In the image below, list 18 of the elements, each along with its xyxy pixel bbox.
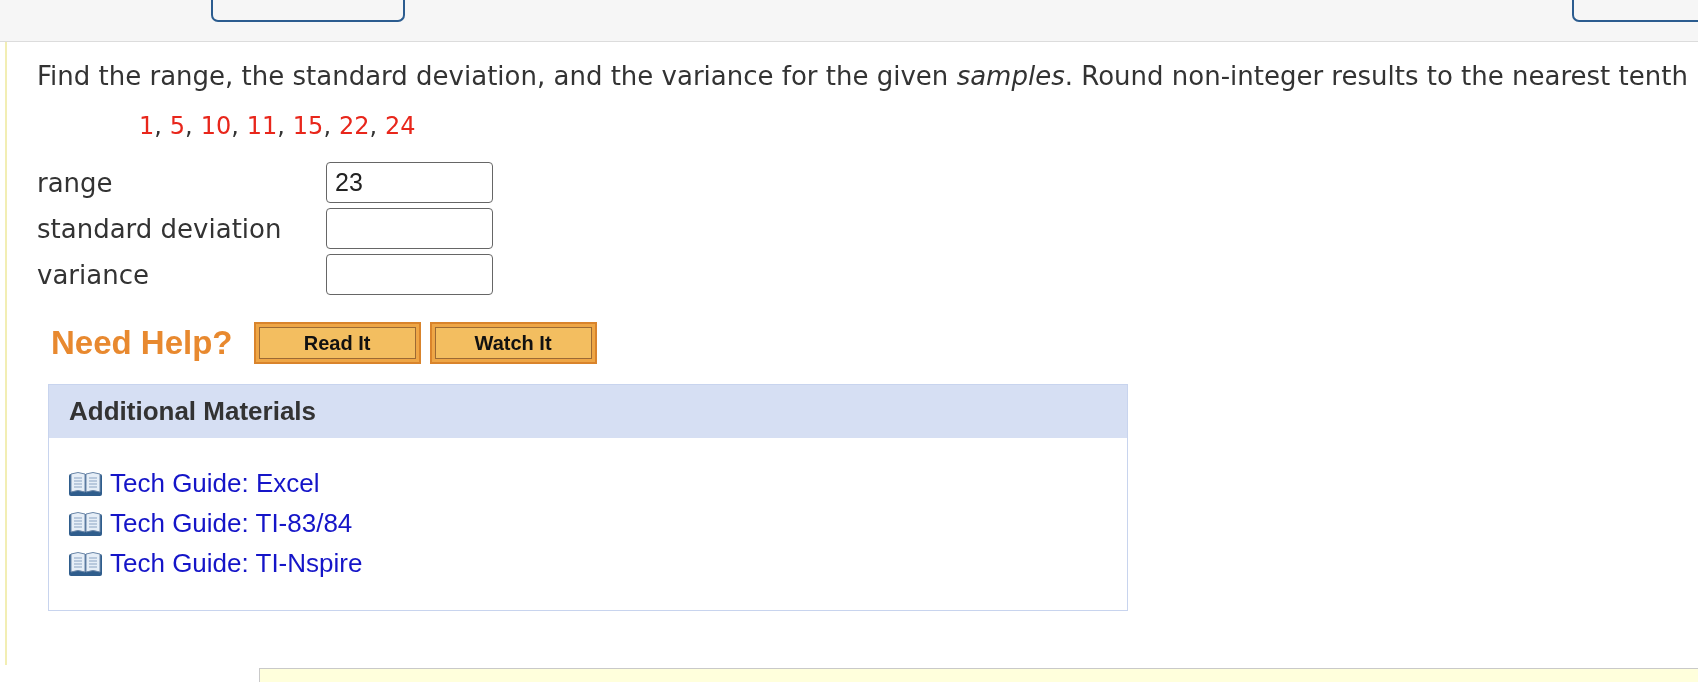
answer-field[interactable] [326, 208, 493, 249]
answer-field[interactable]: 23 [326, 162, 493, 203]
answer-label: variance [37, 259, 150, 290]
tech-guide-link[interactable]: Tech Guide: TI-Nspire [110, 547, 363, 579]
answer-label: standard deviation [37, 213, 283, 244]
tech-guide-link[interactable]: Tech Guide: TI-83/84 [110, 507, 353, 539]
help-button[interactable]: Watch It [429, 322, 597, 364]
book-icon[interactable] [69, 550, 102, 576]
book-icon[interactable] [69, 470, 102, 496]
panel-title: Additional Materials [69, 396, 317, 427]
tech-guide-link[interactable]: Tech Guide: Excel [110, 467, 320, 499]
answer-label: range [37, 167, 114, 198]
need-help-label: Need Help? [51, 324, 233, 362]
sample-values: 1, 5, 10, 11, 15, 22, 24 [139, 111, 417, 141]
question-text: Find the range, the standard deviation, and the variance for the given samples. Round non-integer results to the nearest tenth [37, 60, 1689, 92]
help-button[interactable]: Read It [253, 322, 421, 364]
answer-field[interactable] [326, 254, 493, 295]
book-icon[interactable] [69, 510, 102, 536]
